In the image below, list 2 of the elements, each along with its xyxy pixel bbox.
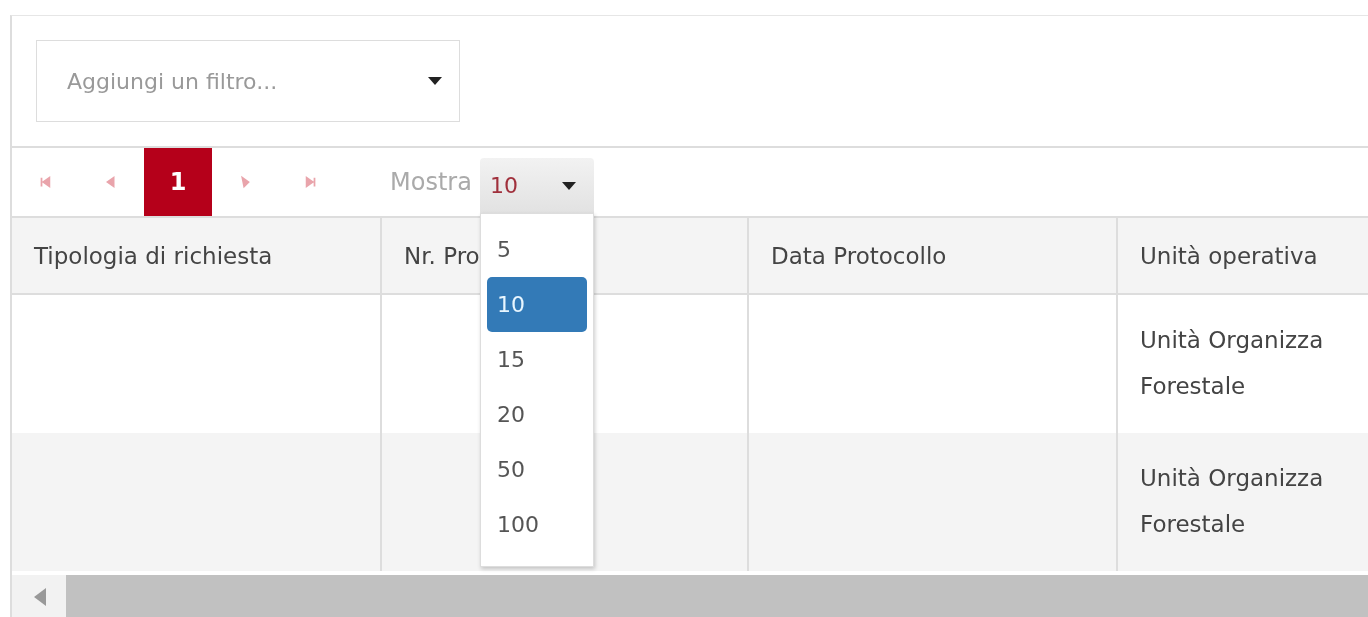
table-cell: Unità Organizza Forestale — [1118, 433, 1368, 571]
show-label: Mostra — [390, 168, 472, 196]
